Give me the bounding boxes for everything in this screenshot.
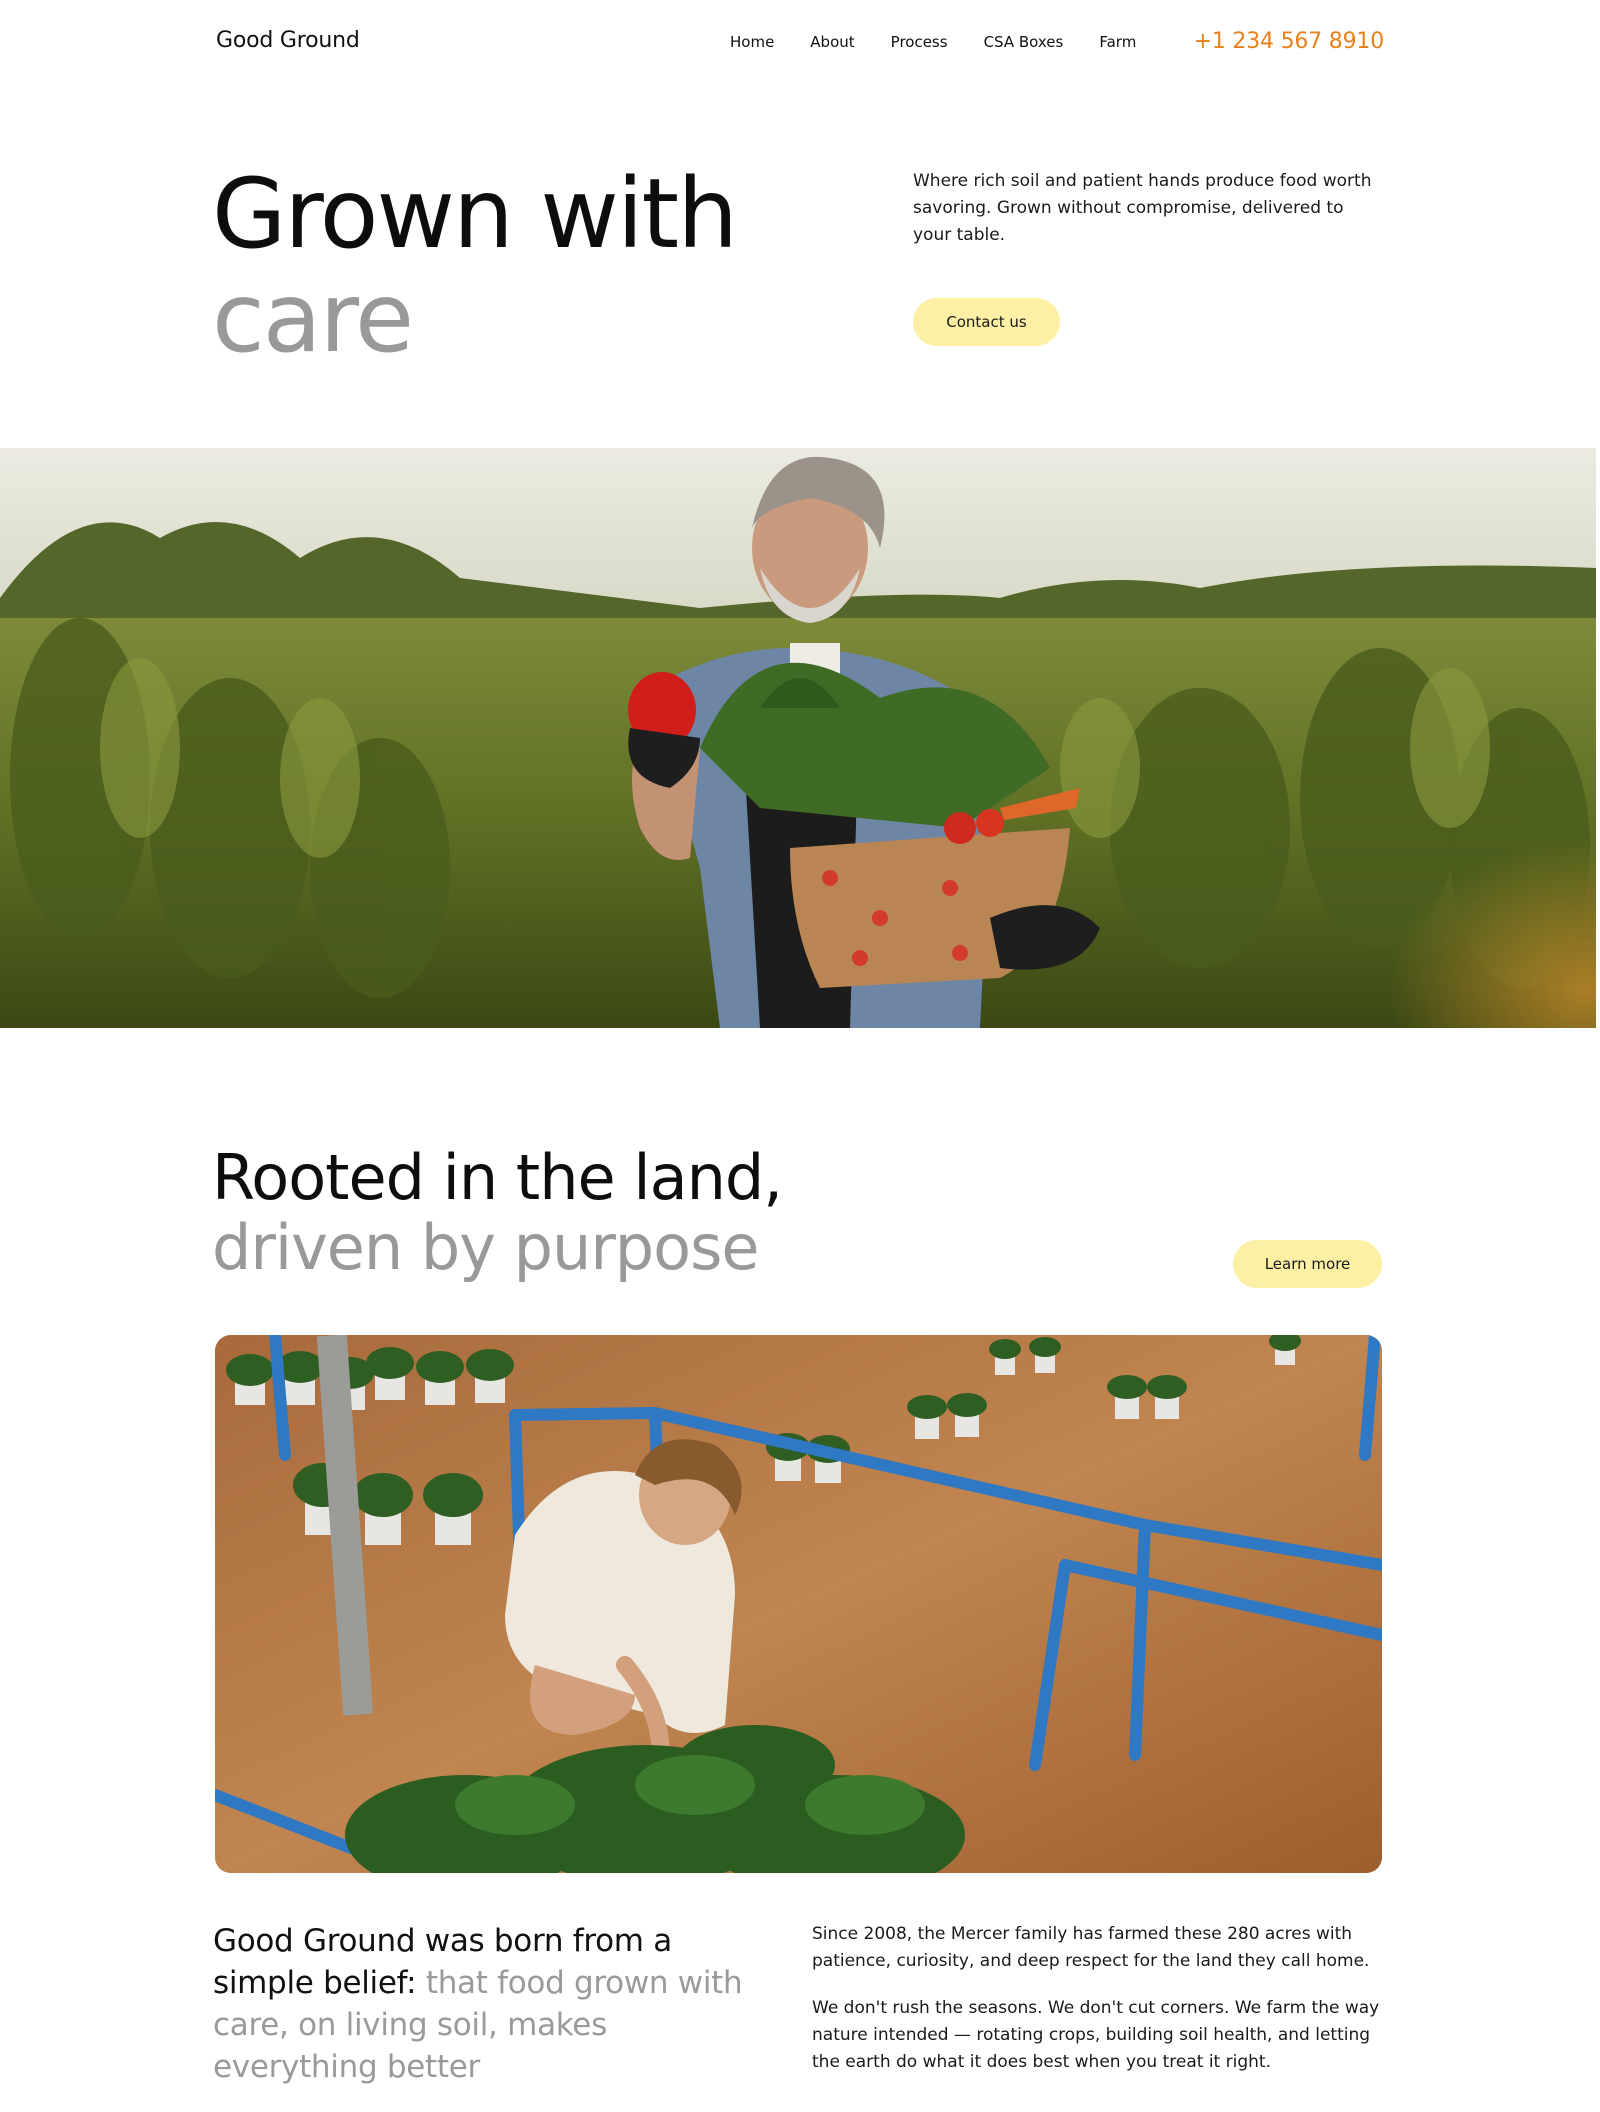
site-header: Good Ground Home About Process CSA Boxes… [0, 0, 1600, 90]
planting-illustration [215, 1335, 1382, 1873]
nav-about[interactable]: About [810, 33, 854, 51]
nav-process[interactable]: Process [891, 33, 948, 51]
nav-home[interactable]: Home [730, 33, 774, 51]
learn-more-button[interactable]: Learn more [1233, 1240, 1382, 1288]
phone-link[interactable]: +1 234 567 8910 [1194, 29, 1385, 54]
farm-image-woman-planting [215, 1335, 1382, 1873]
hero-title: Grown with care [212, 158, 738, 374]
story-paragraph-2: We don't rush the seasons. We don't cut … [812, 1998, 1380, 2072]
logo[interactable]: Good Ground [216, 28, 360, 53]
nav-csa-boxes[interactable]: CSA Boxes [984, 33, 1064, 51]
contact-us-button[interactable]: Contact us [913, 298, 1060, 346]
belief-statement: Good Ground was born from a simple belie… [213, 1920, 773, 2088]
nav-farm[interactable]: Farm [1099, 33, 1136, 51]
hero-image-farmer [0, 448, 1596, 1028]
farmer-illustration [0, 448, 1596, 1028]
about-title-line2: driven by purpose [212, 1211, 760, 1284]
hero-description: Where rich soil and patient hands produc… [913, 171, 1372, 245]
story-paragraph-1: Since 2008, the Mercer family has farmed… [812, 1924, 1370, 1971]
hero-title-line2: care [212, 262, 414, 374]
main-nav: Home About Process CSA Boxes Farm [730, 33, 1172, 51]
about-title-line1: Rooted in the land, [212, 1141, 783, 1214]
about-title: Rooted in the land, driven by purpose [212, 1141, 783, 1284]
hero-title-line1: Grown with [212, 158, 738, 270]
